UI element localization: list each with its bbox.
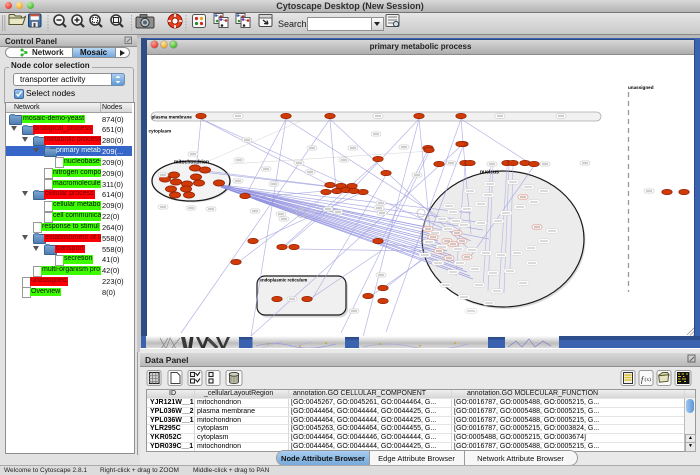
svg-text:nucleus: nucleus: [480, 170, 499, 176]
svg-text:mitochondrion: mitochondrion: [174, 160, 209, 166]
svg-text:(x): (x): [645, 376, 652, 383]
svg-text:unassigned: unassigned: [628, 85, 654, 90]
svg-text:cytoplasm: cytoplasm: [149, 129, 172, 134]
svg-text:endoplasmic reticulum: endoplasmic reticulum: [260, 278, 308, 283]
svg-text:plasma membrane: plasma membrane: [152, 115, 193, 120]
svg-text:f: f: [641, 375, 645, 384]
